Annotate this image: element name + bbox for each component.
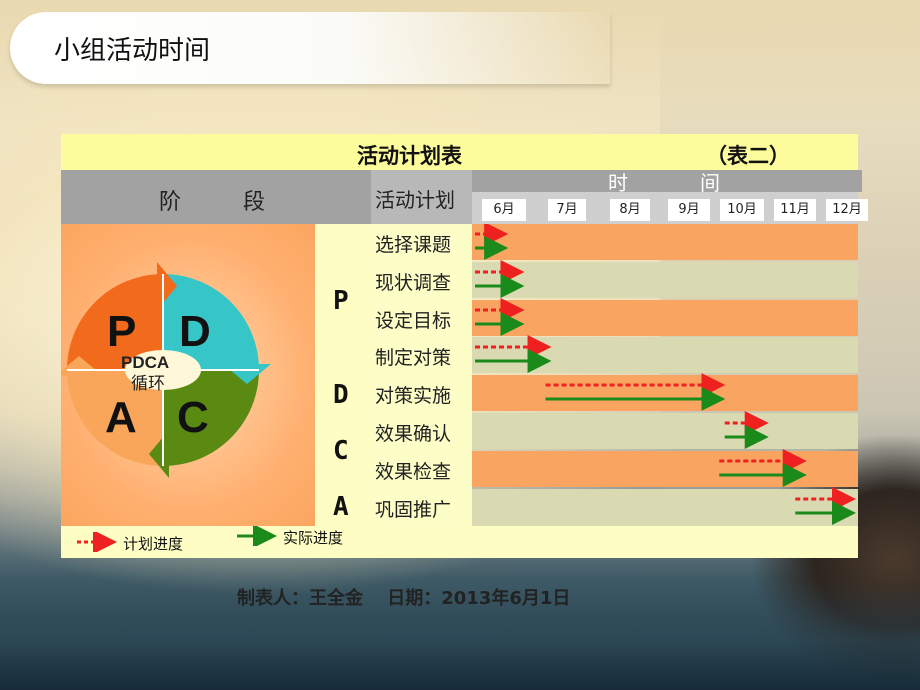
activity-label: 制定对策 — [375, 347, 452, 369]
legend-actual-label: 实际进度 — [283, 529, 344, 547]
pdca-letter-c: C — [177, 393, 209, 442]
table-number: （表二） — [706, 144, 790, 168]
activity-header: 活动计划 — [371, 170, 472, 224]
month-label: 7月 — [548, 199, 586, 221]
stage-letter-d: D — [333, 380, 349, 410]
pdca-panel: P D A C PDCA 循环 — [55, 224, 315, 526]
activity-header-label: 活动计划 — [375, 188, 455, 212]
pdca-cycle-diagram: P D A C PDCA 循环 — [55, 262, 271, 478]
pdca-letter-p: P — [107, 307, 136, 356]
month-label: 10月 — [720, 199, 764, 221]
pdca-center-line2: 循环 — [131, 374, 165, 394]
pdca-center-line1: PDCA — [121, 353, 169, 372]
stage-letter-p: P — [333, 286, 349, 316]
activity-label: 对策实施 — [375, 385, 452, 407]
table-title-row: 活动计划表 （表二） — [61, 134, 858, 170]
footer: 制表人：王全金 日期：2013年6月1日 — [237, 584, 570, 610]
month-label: 11月 — [774, 199, 816, 221]
activity-label: 设定目标 — [375, 310, 452, 332]
slide-title-bar: 小组活动时间 — [10, 12, 610, 84]
activity-label: 效果确认 — [375, 423, 452, 445]
month-label: 12月 — [826, 199, 868, 221]
table-title: 活动计划表 — [357, 144, 462, 168]
month-header-row: 6月 7月 8月 9月 10月 11月 12月 — [472, 192, 868, 224]
activity-label: 效果检查 — [375, 461, 452, 483]
activity-label: 选择课题 — [375, 234, 452, 256]
month-label: 9月 — [668, 199, 710, 221]
month-label: 8月 — [610, 199, 650, 221]
legend-plan-label: 计划进度 — [123, 535, 184, 553]
stage-letter-c: C — [333, 436, 349, 466]
activity-label: 现状调查 — [375, 272, 452, 294]
activity-label: 巩固推广 — [375, 499, 452, 521]
legend-plan-arrow — [77, 532, 117, 552]
gantt-arrows — [475, 224, 856, 525]
pdca-letter-column — [315, 224, 371, 526]
footer-date: 日期：2013年6月1日 — [387, 588, 571, 609]
stage-header: 阶段 — [61, 170, 371, 224]
pdca-letter-a: A — [105, 393, 137, 442]
stage-letter-a: A — [333, 492, 349, 522]
legend-actual-arrow — [237, 526, 277, 546]
time-header: 时间 — [472, 170, 862, 195]
month-label: 6月 — [482, 199, 526, 221]
pdca-letter-d: D — [179, 307, 211, 356]
activity-plan-table: 活动计划表 （表二） 阶段 活动计划 时间 6月 7月 8月 9月 10月 11月 12月 — [55, 134, 868, 558]
legend: 计划进度 实际进度 — [61, 526, 858, 558]
slide-title: 小组活动时间 — [54, 36, 211, 66]
footer-maker: 制表人：王全金 — [237, 588, 363, 609]
stage-header-label: 阶段 — [159, 190, 328, 215]
